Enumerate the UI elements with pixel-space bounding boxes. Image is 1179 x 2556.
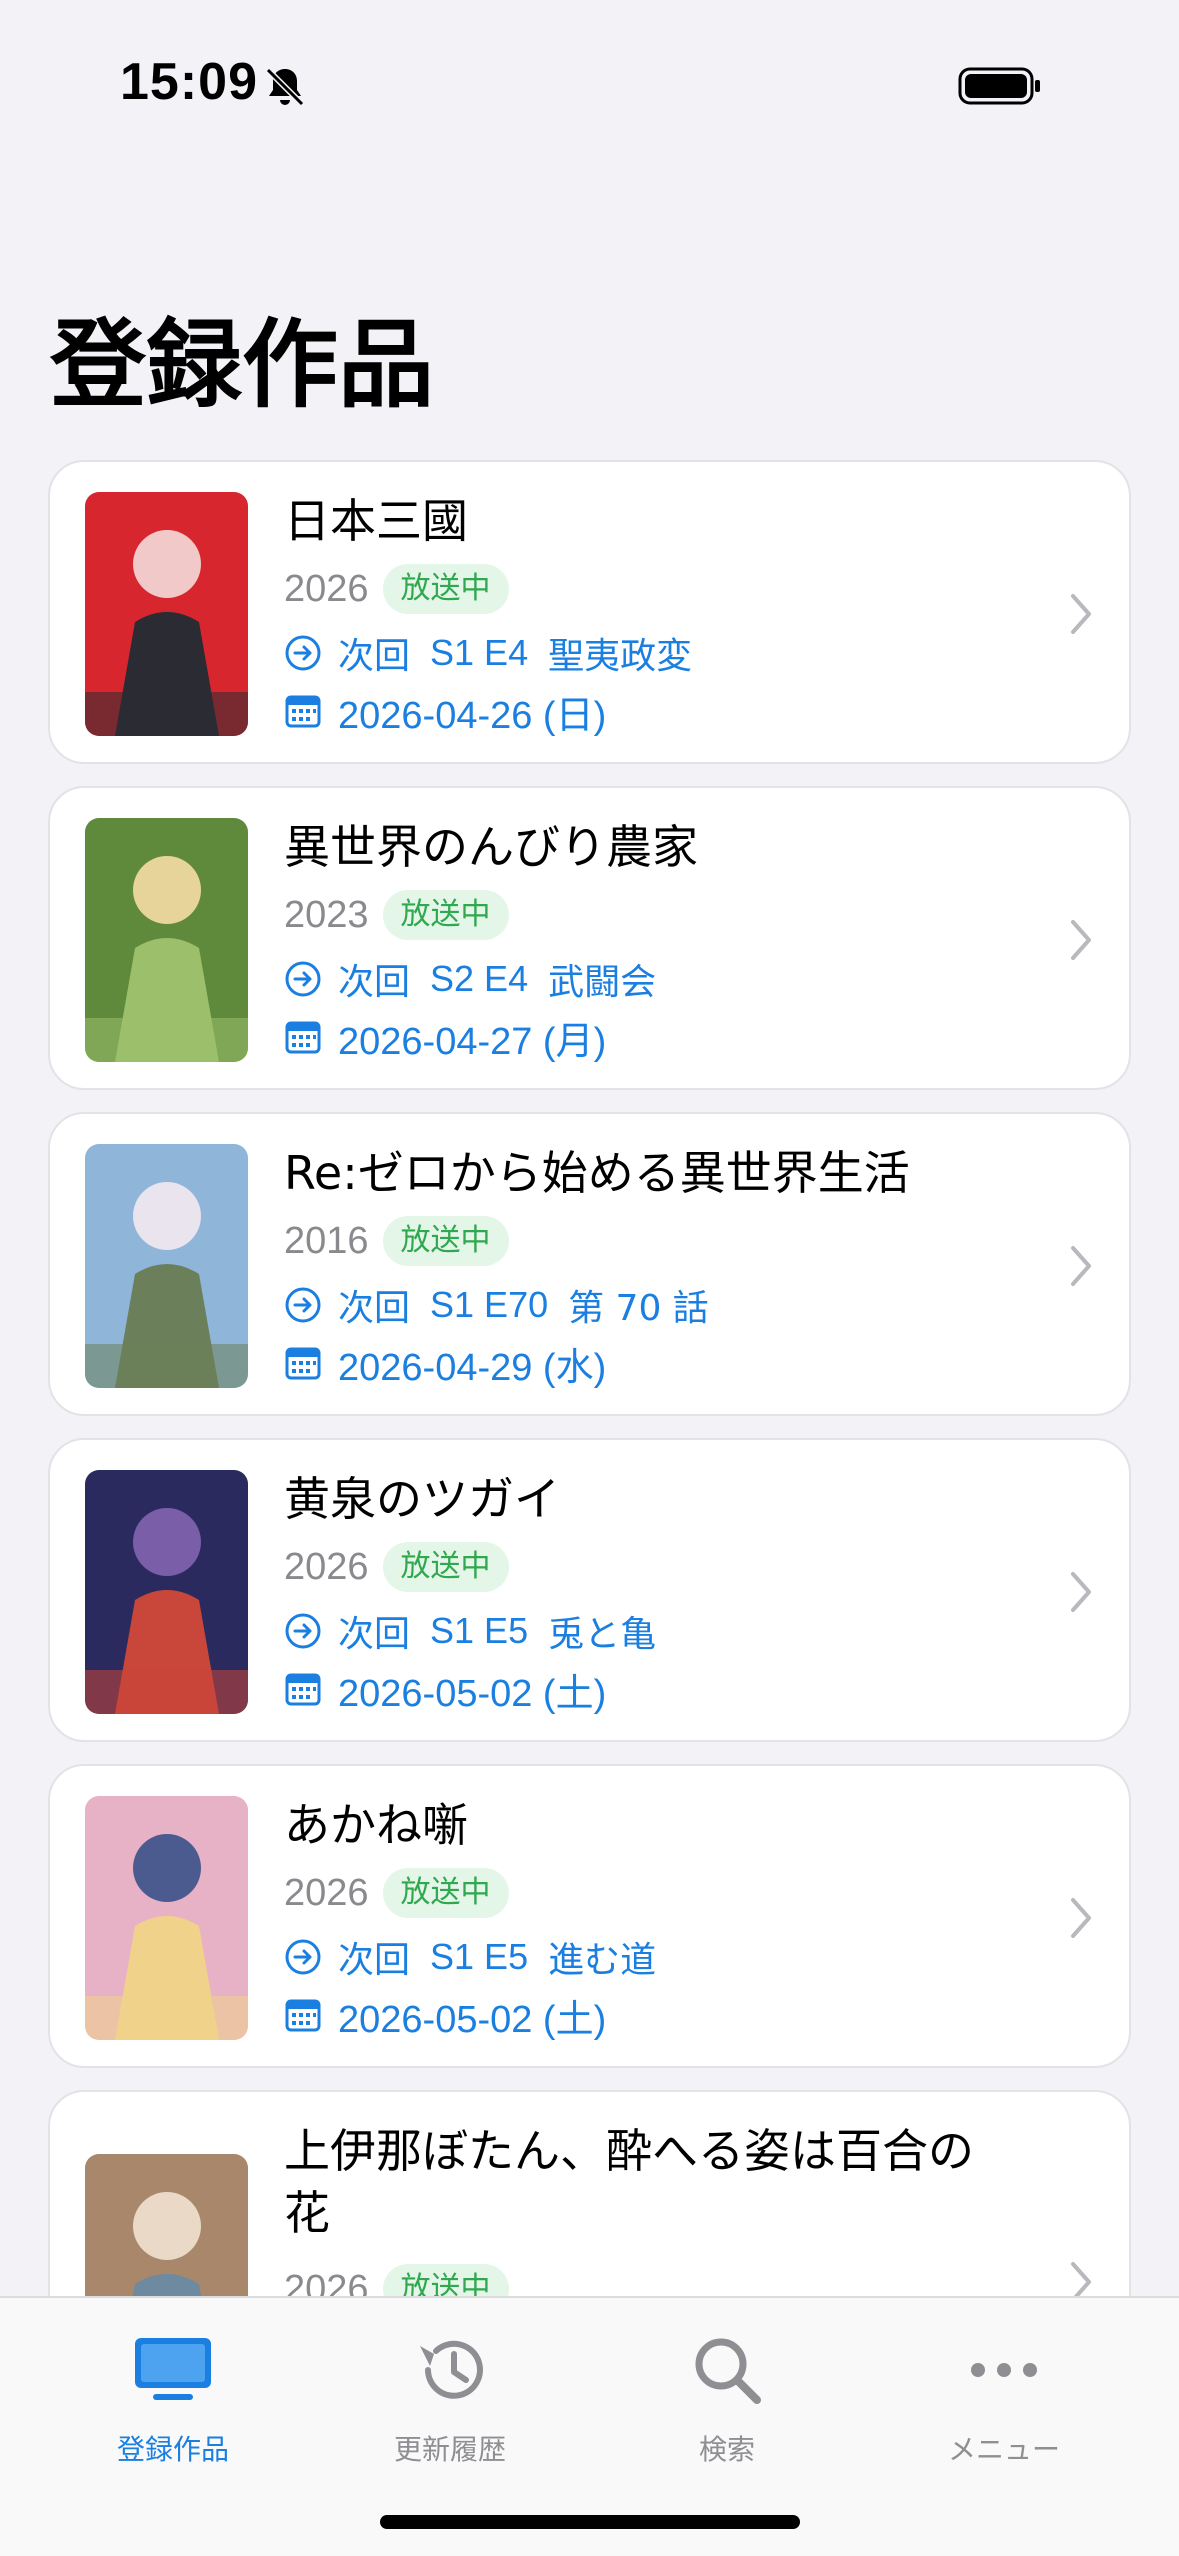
more-icon [971, 2363, 1037, 2377]
item-year: 2026 [284, 567, 369, 610]
air-date: 2026-05-02 (土) [338, 1998, 607, 2041]
home-indicator [380, 2515, 800, 2529]
page-title: 登録作品 [50, 309, 434, 421]
arrow-circle-icon [285, 1939, 321, 1975]
status-badge: 放送中 [382, 1216, 509, 1266]
battery-icon [958, 67, 1040, 105]
item-year: 2026 [284, 1545, 369, 1588]
episode-title: 進む道 [548, 1940, 657, 1981]
next-episode-row: 次回 S1 E5 兎と亀 [284, 1604, 656, 1658]
list-item[interactable]: Re:ゼロから始める異世界生活 2016 放送中 次回 S1 E70 第 70 … [48, 1112, 1131, 1416]
list-item[interactable]: 黄泉のツガイ 2026 放送中 次回 S1 E5 兎と亀 2026-05-02 … [48, 1438, 1131, 1742]
bell-slash-icon [265, 67, 305, 107]
status-badge: 放送中 [382, 890, 509, 940]
air-date-row: 2026-04-26 (日) [284, 684, 606, 738]
registered-list: 日本三國 2026 放送中 次回 S1 E4 聖夷政変 2026-04-26 (… [48, 460, 1131, 2532]
tab-search[interactable]: 検索 [580, 2298, 874, 2478]
meta-row: 2026 放送中 [284, 1866, 509, 1920]
tab-label: 更新履歴 [393, 2433, 506, 2466]
episode-code: S1 E4 [430, 632, 529, 673]
chevron-right-icon [1071, 594, 1091, 634]
status-badge: 放送中 [382, 1868, 509, 1918]
air-date-row: 2026-04-27 (月) [284, 1010, 606, 1064]
status-badge: 放送中 [382, 1542, 509, 1592]
episode-title: 第 70 話 [568, 1288, 709, 1329]
tab-history[interactable]: 更新履歴 [303, 2298, 597, 2478]
list-item[interactable]: あかね噺 2026 放送中 次回 S1 E5 進む道 2026-05-02 (土… [48, 1764, 1131, 2068]
tab-registered[interactable]: 登録作品 [26, 2298, 320, 2478]
next-label: 次回 [338, 1288, 411, 1329]
poster-image [85, 818, 248, 1062]
episode-code: S1 E5 [430, 1610, 529, 1651]
poster-image [85, 492, 248, 736]
arrow-circle-icon [285, 961, 321, 997]
next-episode-row: 次回 S1 E5 進む道 [284, 1930, 656, 1984]
item-year: 2016 [284, 1219, 369, 1262]
arrow-circle-icon [285, 1613, 321, 1649]
history-icon [420, 2340, 483, 2399]
next-label: 次回 [338, 636, 411, 677]
air-date: 2026-04-27 (月) [338, 1020, 607, 1063]
item-title: 異世界のんびり農家 [284, 820, 698, 874]
next-episode-row: 次回 S1 E70 第 70 話 [284, 1278, 709, 1332]
poster-image [85, 1144, 248, 1388]
arrow-circle-icon [285, 635, 321, 671]
search-icon [695, 2338, 761, 2404]
poster-image [85, 1796, 248, 2040]
list-item[interactable]: 日本三國 2026 放送中 次回 S1 E4 聖夷政変 2026-04-26 (… [48, 460, 1131, 764]
tab-label: 登録作品 [116, 2433, 229, 2466]
next-label: 次回 [338, 1614, 411, 1655]
calendar-icon [285, 1347, 321, 1380]
air-date: 2026-04-29 (水) [338, 1346, 607, 1389]
chevron-right-icon [1071, 920, 1091, 960]
tv-icon [135, 2338, 211, 2400]
item-title: 上伊那ぼたん、酔へる姿は百合の花 [284, 2124, 974, 2240]
chevron-right-icon [1071, 1572, 1091, 1612]
chevron-right-icon [1071, 1898, 1091, 1938]
item-title: 黄泉のツガイ [284, 1472, 560, 1526]
calendar-icon [285, 695, 321, 728]
status-time: 15:09 [120, 53, 258, 111]
tab-menu[interactable]: メニュー [857, 2298, 1151, 2478]
chevron-right-icon [1071, 1246, 1091, 1286]
status-badge: 放送中 [382, 564, 509, 614]
episode-code: S2 E4 [430, 958, 529, 999]
item-title: あかね噺 [284, 1798, 468, 1852]
air-date: 2026-05-02 (土) [338, 1672, 607, 1715]
next-label: 次回 [338, 962, 411, 1003]
meta-row: 2026 放送中 [284, 562, 509, 616]
poster-image [85, 1470, 248, 1714]
episode-title: 武闘会 [548, 962, 657, 1003]
calendar-icon [285, 1021, 321, 1054]
air-date-row: 2026-05-02 (土) [284, 1662, 606, 1716]
episode-code: S1 E5 [430, 1936, 529, 1977]
item-year: 2023 [284, 893, 369, 936]
air-date: 2026-04-26 (日) [338, 694, 607, 737]
tab-label: 検索 [698, 2433, 755, 2466]
next-label: 次回 [338, 1940, 411, 1981]
status-bar: 15:09 [0, 0, 1179, 150]
air-date-row: 2026-05-02 (土) [284, 1988, 606, 2042]
item-year: 2026 [284, 1871, 369, 1914]
air-date-row: 2026-04-29 (水) [284, 1336, 606, 1390]
meta-row: 2026 放送中 [284, 1540, 509, 1594]
meta-row: 2023 放送中 [284, 888, 509, 942]
arrow-circle-icon [285, 1287, 321, 1323]
calendar-icon [285, 1999, 321, 2032]
meta-row: 2016 放送中 [284, 1214, 509, 1268]
calendar-icon [285, 1673, 321, 1706]
episode-title: 聖夷政変 [548, 636, 693, 677]
episode-code: S1 E70 [430, 1284, 549, 1325]
screen: 15:09 登録作品 日本三國 2026 放送中 次回 S1 E4 聖夷政変 2… [0, 0, 1179, 2556]
next-episode-row: 次回 S2 E4 武闘会 [284, 952, 656, 1006]
tab-label: メニュー [947, 2433, 1060, 2466]
episode-title: 兎と亀 [548, 1614, 657, 1655]
item-title: 日本三國 [284, 494, 468, 548]
list-item[interactable]: 異世界のんびり農家 2023 放送中 次回 S2 E4 武闘会 2026-04-… [48, 786, 1131, 1090]
item-title: Re:ゼロから始める異世界生活 [284, 1146, 910, 1200]
next-episode-row: 次回 S1 E4 聖夷政変 [284, 626, 692, 680]
